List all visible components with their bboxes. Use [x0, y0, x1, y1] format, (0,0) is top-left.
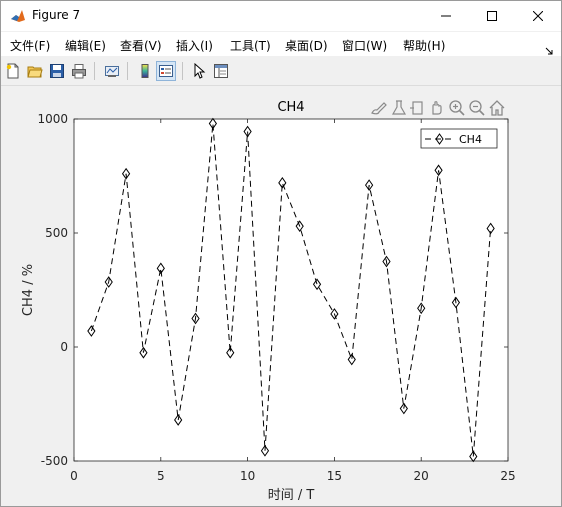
- menu-help[interactable]: 帮助(H): [403, 37, 445, 54]
- maximize-icon: [487, 11, 497, 21]
- open-file-icon: [27, 66, 43, 78]
- menu-edit[interactable]: 编辑(E): [65, 37, 106, 54]
- new-figure-icon: [6, 63, 19, 79]
- link-plot-icon: [105, 66, 119, 77]
- figure-canvas: [1, 86, 561, 506]
- menu-view[interactable]: 查看(V): [120, 37, 162, 54]
- toolbar-separator: [94, 62, 95, 80]
- brush-icon: [371, 102, 387, 115]
- legend-icon: [159, 65, 173, 77]
- open-file-button[interactable]: [25, 61, 45, 81]
- brush-button[interactable]: [370, 99, 388, 117]
- close-button[interactable]: [515, 1, 561, 31]
- menu-tools[interactable]: 工具(T): [230, 37, 271, 54]
- home-button[interactable]: [488, 99, 506, 117]
- data-tip-icon: [391, 100, 407, 115]
- link-plot-button[interactable]: [102, 61, 122, 81]
- minimize-icon: [441, 15, 451, 17]
- zoom-out-icon: [469, 100, 485, 116]
- print-button[interactable]: [69, 61, 89, 81]
- menu-desktop[interactable]: 桌面(D): [285, 37, 328, 54]
- menu-window[interactable]: 窗口(W): [342, 37, 387, 54]
- rotate-button[interactable]: [408, 99, 426, 117]
- save-button[interactable]: [47, 61, 67, 81]
- rotate-icon: [410, 101, 423, 115]
- colorbar-icon: [141, 64, 149, 78]
- pan-icon: [432, 101, 442, 115]
- colorbar-button[interactable]: [135, 61, 155, 81]
- matlab-icon: [10, 8, 26, 24]
- print-icon: [72, 64, 86, 79]
- zoom-out-button[interactable]: [468, 99, 486, 117]
- property-editor-button[interactable]: [211, 61, 231, 81]
- data-tip-button[interactable]: [390, 99, 408, 117]
- zoom-in-button[interactable]: [448, 99, 466, 117]
- legend-button[interactable]: [156, 61, 176, 81]
- property-editor-icon: [214, 64, 228, 78]
- toolbar-separator: [127, 62, 128, 80]
- menu-bar: 文件(F) 编辑(E) 查看(V) 插入(I) 工具(T) 桌面(D) 窗口(W…: [1, 32, 561, 56]
- window-title: Figure 7: [32, 8, 81, 22]
- pan-button[interactable]: [428, 99, 446, 117]
- menu-file[interactable]: 文件(F): [10, 37, 50, 54]
- home-icon: [489, 100, 505, 116]
- close-icon: [533, 11, 543, 21]
- title-bar: Figure 7: [1, 1, 561, 31]
- menu-insert[interactable]: 插入(I): [176, 37, 213, 54]
- toolbar-separator: [182, 62, 183, 80]
- save-icon: [50, 64, 64, 78]
- zoom-in-icon: [449, 100, 465, 116]
- pointer-button[interactable]: [189, 61, 209, 81]
- maximize-button[interactable]: [469, 1, 515, 31]
- new-figure-button[interactable]: [3, 61, 23, 81]
- minimize-button[interactable]: [423, 1, 469, 31]
- figure-window: Figure 7 文件(F) 编辑(E) 查看(V) 插入(I) 工具(T) 桌…: [0, 0, 562, 507]
- figure-toolbar: [1, 57, 561, 86]
- pointer-icon: [194, 63, 206, 79]
